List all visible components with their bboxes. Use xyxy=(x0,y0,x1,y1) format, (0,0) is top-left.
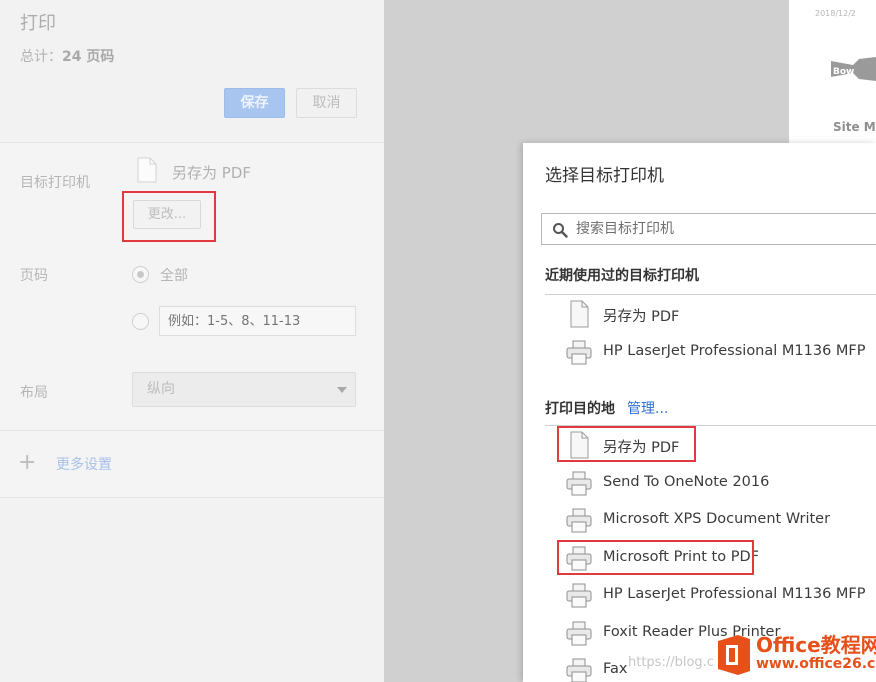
total-value: 24 页码 xyxy=(62,49,115,65)
watermark-url: https://blog.c xyxy=(628,655,714,670)
recent-item-save-as-pdf[interactable]: 另存为 PDF xyxy=(561,298,876,332)
watermark-domain: www.office26.com xyxy=(756,656,876,672)
more-settings-link[interactable]: 更多设置 xyxy=(56,454,112,474)
destination-label: Fax xyxy=(603,661,628,677)
dialog-title: 选择目标打印机 xyxy=(545,166,664,186)
save-as-pdf-highlight xyxy=(557,426,696,462)
print-header-section xyxy=(0,0,384,142)
preview-date: 2018/12/2 xyxy=(815,9,857,18)
search-icon xyxy=(553,223,568,238)
page-total: 总计：24 页码 xyxy=(20,46,114,66)
printer-icon xyxy=(566,583,592,608)
pages-all-label: 全部 xyxy=(160,268,188,284)
print-title: 打印 xyxy=(20,13,56,34)
change-button-highlight xyxy=(122,191,216,242)
pdf-document-icon xyxy=(137,157,157,183)
pages-custom-radio[interactable] xyxy=(132,313,149,330)
search-box[interactable] xyxy=(541,213,876,245)
preview-site-logo: Bow xyxy=(831,57,876,81)
plus-icon[interactable]: + xyxy=(18,452,36,474)
printer-icon xyxy=(566,658,592,682)
layout-label: 布局 xyxy=(20,385,48,401)
dest-item-xps-writer[interactable]: Microsoft XPS Document Writer xyxy=(561,504,876,538)
layout-value: 纵向 xyxy=(147,381,175,397)
print-destinations-title: 打印目的地 xyxy=(545,401,615,417)
preview-logo-text: Bow xyxy=(833,67,854,77)
cancel-button[interactable]: 取消 xyxy=(296,88,357,118)
manage-link[interactable]: 管理... xyxy=(627,401,668,417)
print-panel-footer xyxy=(0,498,384,682)
destination-label: 目标打印机 xyxy=(20,175,90,191)
pages-all-radio[interactable] xyxy=(132,266,149,283)
save-button[interactable]: 保存 xyxy=(224,88,285,118)
printer-icon xyxy=(566,471,592,496)
watermark-brand: Office教程网 xyxy=(756,633,876,657)
office-logo-icon xyxy=(718,635,750,675)
dest-item-send-to-onenote[interactable]: Send To OneNote 2016 xyxy=(561,467,876,501)
destination-label: HP LaserJet Professional M1136 MFP xyxy=(603,586,866,602)
pdf-document-icon xyxy=(570,300,589,328)
print-destinations-heading: 打印目的地 管理... xyxy=(545,398,668,418)
destination-label: Microsoft XPS Document Writer xyxy=(603,511,831,527)
chevron-down-icon xyxy=(337,387,347,393)
printer-icon xyxy=(566,340,592,365)
printer-icon xyxy=(566,508,592,533)
select-destination-dialog: 选择目标打印机 近期使用过的目标打印机 另存为 PDF HP LaserJet … xyxy=(523,143,876,682)
preview-site-text: Site Ma xyxy=(833,120,876,134)
destination-label: HP LaserJet Professional M1136 MFP xyxy=(603,343,866,359)
search-input[interactable] xyxy=(576,214,876,244)
destination-value: 另存为 PDF xyxy=(172,164,251,182)
recent-destinations-heading: 近期使用过的目标打印机 xyxy=(545,268,699,284)
destination-label: Send To OneNote 2016 xyxy=(603,474,770,490)
divider xyxy=(545,294,876,295)
total-prefix: 总计： xyxy=(20,49,62,65)
page-range-input[interactable] xyxy=(159,306,356,336)
recent-item-hp-laserjet[interactable]: HP LaserJet Professional M1136 MFP xyxy=(561,336,876,370)
destination-label: 另存为 PDF xyxy=(603,309,680,325)
dest-item-hp-laserjet[interactable]: HP LaserJet Professional M1136 MFP xyxy=(561,579,876,613)
pages-label: 页码 xyxy=(20,268,48,284)
print-settings-panel: 打印 总计：24 页码 保存 取消 目标打印机 另存为 PDF 更改... 页码… xyxy=(0,0,384,682)
layout-select[interactable]: 纵向 xyxy=(132,372,356,407)
printer-icon xyxy=(566,621,592,646)
print-to-pdf-highlight xyxy=(557,540,754,575)
